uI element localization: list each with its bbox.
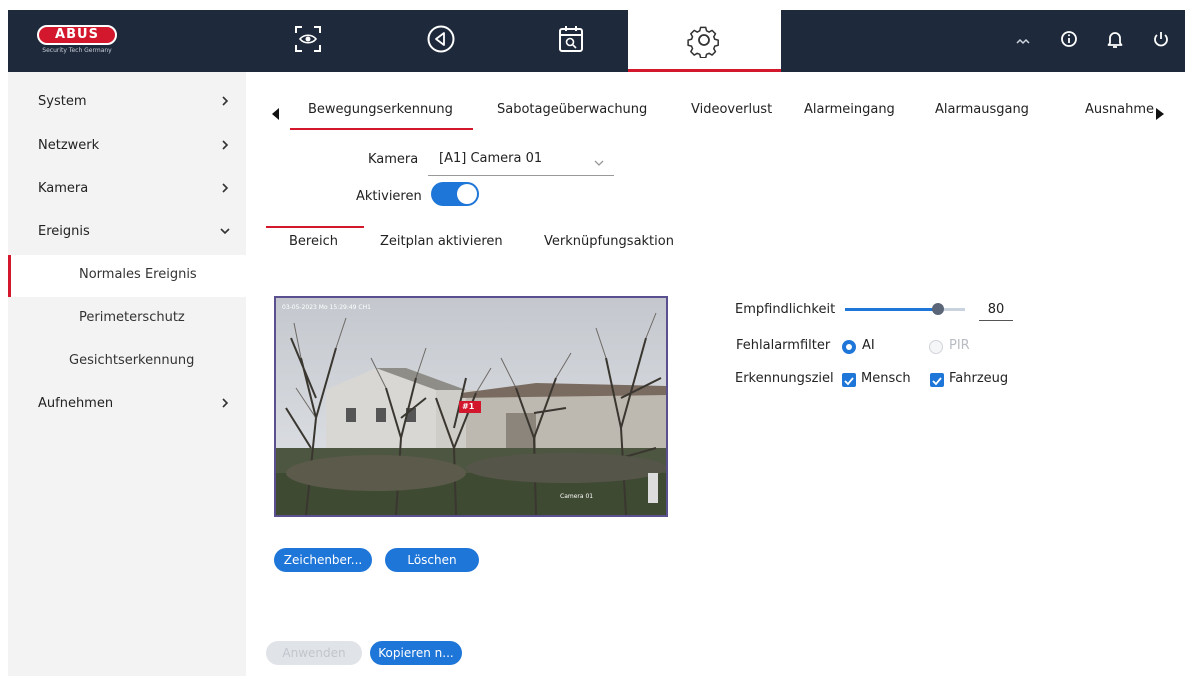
tab-alarmeingang[interactable]: Alarmeingang <box>804 102 895 117</box>
info-button[interactable] <box>1049 21 1089 61</box>
sidebar-item-aufnehmen[interactable]: Aufnehmen <box>8 384 246 426</box>
nav-settings[interactable] <box>628 10 781 72</box>
app-window: ABUS Security Tech Germany System Netzwe… <box>8 10 1185 676</box>
checkmark-icon <box>844 377 854 386</box>
filter-ai-label: AI <box>862 338 875 353</box>
sensitivity-value-input[interactable]: 80 <box>979 300 1013 321</box>
eye-icon <box>294 25 322 57</box>
sidebar-item-ereignis[interactable]: Ereignis <box>8 212 246 254</box>
subtab-verknuepfungsaktion[interactable]: Verknüpfungsaktion <box>544 234 674 249</box>
notifications-button[interactable] <box>1095 21 1135 61</box>
sensitivity-slider-fill <box>845 308 941 311</box>
video-zone-label[interactable]: #1 <box>462 402 474 411</box>
tab-sabotageueberwachung[interactable]: Sabotageüberwachung <box>497 102 647 117</box>
brand-logo: ABUS Security Tech Germany <box>37 25 117 55</box>
sensitivity-label: Empfindlichkeit <box>735 302 836 317</box>
chevron-down-icon <box>218 223 232 237</box>
nav-playback[interactable] <box>411 10 471 72</box>
subtab-bereich[interactable]: Bereich <box>289 234 338 249</box>
sensitivity-slider-handle[interactable] <box>932 303 944 315</box>
chevron-right-icon <box>218 137 232 151</box>
power-icon <box>1152 30 1170 52</box>
chevron-right-icon <box>218 395 232 409</box>
target-vehicle-checkbox[interactable] <box>930 373 944 387</box>
network-icon <box>1016 32 1030 51</box>
radio-dot <box>846 344 852 350</box>
tab-ausnahme[interactable]: Ausnahme <box>1085 102 1154 117</box>
play-back-icon <box>426 24 456 58</box>
false-alarm-filter-label: Fehlalarmfilter <box>736 338 831 353</box>
sidebar-item-normales-ereignis[interactable]: Normales Ereignis <box>8 255 246 297</box>
filter-pir-label: PIR <box>949 338 970 353</box>
draw-area-button[interactable]: Zeichenber... <box>274 548 372 572</box>
target-person-checkbox[interactable] <box>842 373 856 387</box>
tab-bewegungserkennung[interactable]: Bewegungserkennung <box>308 102 453 117</box>
logo-tagline: Security Tech Germany <box>42 47 112 54</box>
chevron-right-icon <box>218 180 232 194</box>
tabs-scroll-right-icon[interactable] <box>1156 105 1164 124</box>
camera-label: Kamera <box>368 152 419 167</box>
sidebar-item-label: Aufnehmen <box>38 396 114 411</box>
camera-select-underline <box>428 175 614 176</box>
tab-alarmausgang[interactable]: Alarmausgang <box>935 102 1029 117</box>
sidebar-item-netzwerk[interactable]: Netzwerk <box>8 126 246 168</box>
checkmark-icon <box>932 377 942 386</box>
active-tab-indicator <box>290 128 473 130</box>
gear-icon <box>687 24 721 62</box>
copy-to-button[interactable]: Kopieren n... <box>370 641 462 665</box>
clear-button[interactable]: Löschen <box>385 548 479 572</box>
apply-button[interactable]: Anwenden <box>266 641 362 665</box>
sidebar-item-label: Ereignis <box>38 224 90 239</box>
top-bar: ABUS Security Tech Germany <box>8 10 1185 72</box>
subtab-zeitplan-aktivieren[interactable]: Zeitplan aktivieren <box>380 234 503 249</box>
sidebar: System Netzwerk Kamera Ereignis Normales… <box>8 72 246 676</box>
camera-select-value[interactable]: [A1] Camera 01 <box>439 151 542 166</box>
target-person-label: Mensch <box>861 371 911 386</box>
video-osd-channel: Camera 01 <box>560 493 594 500</box>
sidebar-item-system[interactable]: System <box>8 82 246 124</box>
chevron-down-icon[interactable] <box>593 153 605 172</box>
sidebar-subitem-label: Gesichtserkennung <box>69 353 195 368</box>
sidebar-subitem-label: Normales Ereignis <box>79 267 197 282</box>
tabs-scroll-left-icon[interactable] <box>272 105 280 124</box>
target-vehicle-label: Fahrzeug <box>949 371 1009 386</box>
active-subtab-indicator <box>266 226 364 228</box>
power-button[interactable] <box>1141 21 1181 61</box>
calendar-search-icon <box>558 25 584 57</box>
info-icon <box>1060 30 1078 52</box>
nav-search[interactable] <box>541 10 601 72</box>
video-preview[interactable]: 03-05-2023 Mo 15:29:49 CH1 #1 Camera 01 <box>274 296 668 517</box>
bell-icon <box>1106 29 1124 53</box>
sidebar-item-perimeterschutz[interactable]: Perimeterschutz <box>8 298 246 340</box>
video-osd-datetime: 03-05-2023 Mo 15:29:49 CH1 <box>282 304 371 311</box>
enable-toggle[interactable] <box>431 182 479 206</box>
nav-live-view[interactable] <box>278 10 338 72</box>
logo-badge: ABUS <box>37 25 117 45</box>
sidebar-item-gesichtserkennung[interactable]: Gesichtserkennung <box>8 341 246 383</box>
chevron-right-icon <box>218 93 232 107</box>
detection-target-label: Erkennungsziel <box>735 371 834 386</box>
tab-videoverlust[interactable]: Videoverlust <box>691 102 772 117</box>
sidebar-item-kamera[interactable]: Kamera <box>8 169 246 211</box>
filter-ai-radio[interactable] <box>842 340 856 354</box>
filter-pir-radio[interactable] <box>929 340 943 354</box>
top-right-icons <box>1003 10 1181 72</box>
sidebar-item-label: Netzwerk <box>38 138 100 153</box>
network-status-button[interactable] <box>1003 21 1043 61</box>
enable-label: Aktivieren <box>356 189 422 204</box>
sidebar-item-label: Kamera <box>38 181 89 196</box>
toggle-knob <box>457 184 477 204</box>
sidebar-item-label: System <box>38 94 87 109</box>
sidebar-subitem-label: Perimeterschutz <box>79 310 185 325</box>
